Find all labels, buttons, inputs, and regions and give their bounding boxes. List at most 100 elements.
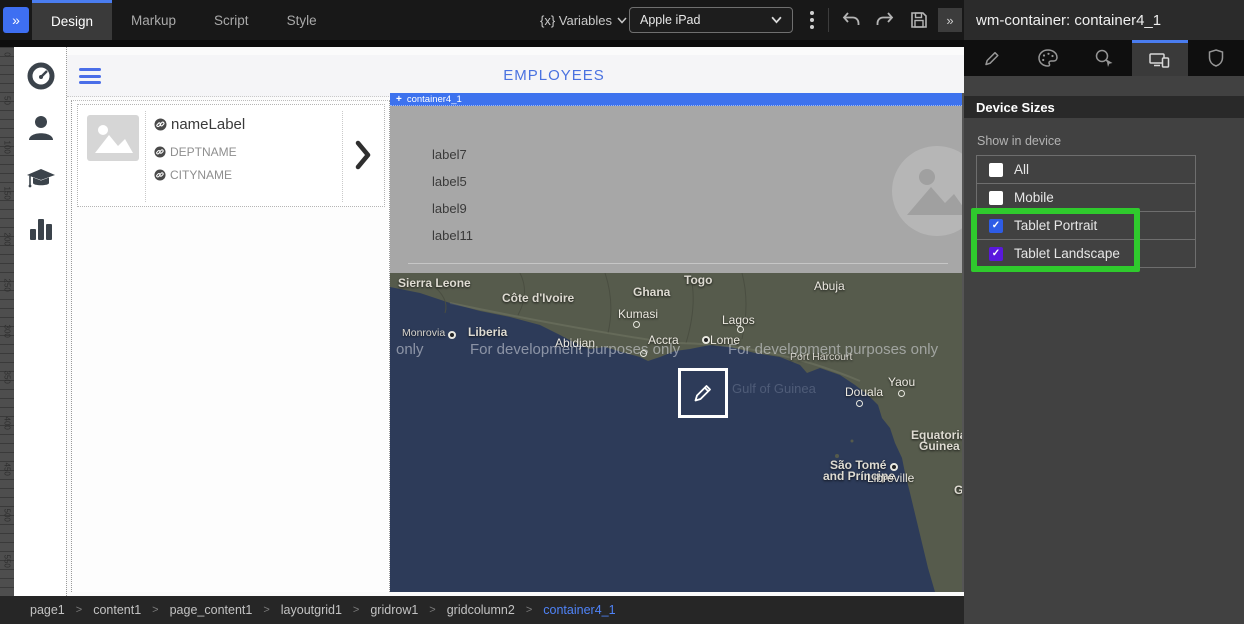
shield-icon (1206, 48, 1226, 68)
selection-tag-label: container4_1 (407, 94, 462, 105)
education-icon[interactable] (26, 163, 56, 193)
group-label: Show in device (977, 134, 1061, 148)
map-label: Sierra Leone (398, 276, 471, 290)
map-label: Abuja (814, 279, 845, 293)
tab-device-sizes[interactable] (1132, 40, 1188, 76)
ruler-tick: 350 (3, 371, 12, 383)
app-left-navbar (14, 47, 66, 596)
breadcrumb-item[interactable]: page1 (30, 603, 65, 617)
save-button[interactable] (906, 8, 932, 32)
map-marker-icon (702, 336, 710, 344)
map-label: Gulf of Guinea (732, 381, 816, 396)
chevron-down-icon (771, 16, 782, 24)
device-preview-select[interactable]: Apple iPad (629, 7, 793, 33)
container-label[interactable]: label5 (432, 174, 467, 189)
map-label: Togo (684, 273, 712, 287)
picture-placeholder-icon (891, 145, 962, 242)
tab-style[interactable]: Style (268, 0, 336, 40)
device-option-label: Mobile (1014, 190, 1054, 205)
device-option-tablet-portrait[interactable]: ✓Tablet Portrait (977, 212, 1195, 240)
tab-properties[interactable] (964, 40, 1020, 76)
device-option-tablet-landscape[interactable]: ✓Tablet Landscape (977, 240, 1195, 268)
more-options-button[interactable] (805, 9, 819, 31)
map-label: Liberia (468, 325, 507, 339)
breadcrumb-item[interactable]: gridcolumn2 (447, 603, 515, 617)
edit-widget-button[interactable] (678, 368, 728, 418)
ruler-tick: 500 (3, 509, 12, 521)
ruler-tick: 100 (3, 141, 12, 153)
map-label: G (954, 483, 962, 497)
selection-tag[interactable]: + container4_1 (390, 93, 962, 106)
checkbox[interactable]: ✓ (989, 219, 1003, 233)
tab-design[interactable]: Design (32, 0, 112, 40)
map-marker-icon (856, 400, 863, 407)
ruler-tick: 150 (3, 187, 12, 199)
breadcrumb-item[interactable]: page_content1 (170, 603, 253, 617)
device-option-mobile[interactable]: Mobile (977, 184, 1195, 212)
map-marker-icon (898, 390, 905, 397)
ruler-tick: 450 (3, 463, 12, 475)
chevron-right-icon (355, 140, 371, 175)
field-label: CITYNAME (170, 168, 232, 182)
tab-markup[interactable]: Markup (112, 0, 195, 40)
dept-label-field[interactable]: DEPTNAME (154, 145, 237, 159)
container-label[interactable]: label11 (432, 228, 473, 243)
checkbox[interactable]: ✓ (989, 247, 1003, 261)
bind-link-icon (154, 146, 166, 158)
pencil-icon (691, 381, 715, 405)
devices-icon (1148, 50, 1172, 70)
map-base (390, 273, 962, 592)
tab-inspect[interactable] (1076, 40, 1132, 76)
selected-container-region: + container4_1 label7 label5 label9 label11 (390, 93, 962, 592)
variables-label: {x} Variables (540, 13, 612, 28)
list-item-template[interactable]: nameLabel DEPTNAME CITYNAME (77, 104, 385, 207)
map-marker-icon (737, 326, 744, 333)
undo-button[interactable] (838, 8, 864, 32)
pencil-icon (982, 48, 1002, 68)
checkbox[interactable] (989, 191, 1003, 205)
container-label[interactable]: label7 (432, 147, 467, 162)
inspector-tabs (964, 40, 1244, 76)
breadcrumb-item[interactable]: layoutgrid1 (281, 603, 342, 617)
map-watermark: only (396, 341, 424, 358)
variables-menu[interactable]: {x} Variables (540, 0, 627, 40)
device-option-all[interactable]: All (977, 156, 1195, 184)
tab-script[interactable]: Script (195, 0, 268, 40)
employee-list-panel: nameLabel DEPTNAME CITYNAME (71, 100, 390, 592)
dashboard-icon[interactable] (26, 61, 56, 91)
map-label: Côte d'Ivoire (502, 291, 574, 305)
container-label[interactable]: label9 (432, 201, 467, 216)
checkbox[interactable] (989, 163, 1003, 177)
redo-button[interactable] (872, 8, 898, 32)
google-map-widget[interactable]: Sierra Leone Côte d'Ivoire Ghana Togo Liberi… (390, 273, 962, 592)
device-option-label: All (1014, 162, 1029, 177)
breadcrumb-separator: > (76, 604, 82, 616)
chart-icon[interactable] (26, 214, 56, 244)
breadcrumb-item[interactable]: gridrow1 (370, 603, 418, 617)
collapse-right-panel-button[interactable]: » (938, 8, 962, 32)
page-design-surface: EMPLOYEES nameLabel DEPTNAME (66, 47, 964, 596)
container4_1-widget[interactable]: label7 label5 label9 label11 (390, 106, 962, 273)
section-title: Device Sizes (964, 96, 1244, 118)
map-watermark: For development purposes only (728, 341, 938, 358)
tab-security[interactable] (1188, 40, 1244, 76)
person-icon[interactable] (26, 113, 56, 143)
inspect-cursor-icon (1093, 48, 1115, 68)
tab-styles[interactable] (1020, 40, 1076, 76)
expand-left-panel-button[interactable]: » (3, 7, 29, 33)
name-label-field[interactable]: nameLabel (154, 116, 245, 133)
map-label: Monrovia (402, 327, 445, 339)
page-title: EMPLOYEES (67, 67, 965, 84)
ruler-tick: 250 (3, 279, 12, 291)
breadcrumb-item[interactable]: container4_1 (543, 603, 615, 617)
top-toolbar: » DesignMarkupScriptStyle {x} Variables … (0, 0, 964, 40)
bind-link-icon (154, 169, 166, 181)
card-divider (145, 111, 146, 202)
design-canvas: 050100150200250300350400450500550 EMPLOY… (0, 40, 964, 596)
map-watermark: For development purposes only (470, 341, 680, 358)
properties-panel: wm-container: container4_1 Device Sizes … (964, 0, 1244, 624)
city-label-field[interactable]: CITYNAME (154, 168, 232, 182)
map-label: Ghana (633, 285, 670, 299)
ruler-tick: 300 (3, 325, 12, 337)
breadcrumb-item[interactable]: content1 (93, 603, 141, 617)
